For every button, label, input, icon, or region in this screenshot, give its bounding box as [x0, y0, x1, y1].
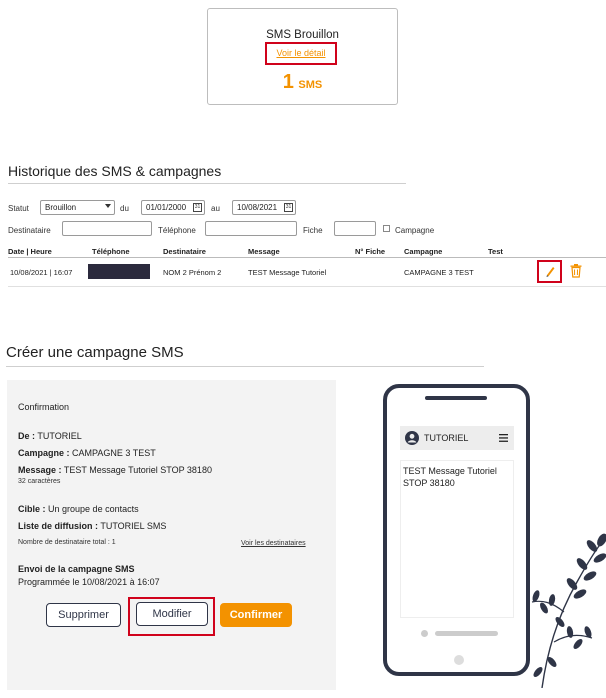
decorative-plant-icon [531, 533, 606, 688]
schedule-text: Programmée le 10/08/2021 à 16:07 [18, 577, 160, 587]
phone-input-dot [421, 630, 428, 637]
col-date: Date | Heure [8, 247, 52, 256]
col-test: Test [488, 247, 503, 256]
de-label: De : [18, 431, 36, 441]
fiche-label: Fiche [303, 226, 323, 235]
edit-highlight-box [537, 260, 562, 283]
cible-label: Cible : [18, 504, 46, 514]
delete-button[interactable]: Supprimer [46, 603, 121, 627]
sms-count-number: 1 [282, 71, 294, 93]
date-from-input[interactable]: 01/01/2000 31 [141, 200, 205, 215]
row-divider [8, 286, 606, 287]
row-campagne: CAMPAGNE 3 TEST [404, 268, 474, 277]
view-detail-link[interactable]: Voir le détail [267, 48, 335, 58]
message-line: Message : TEST Message Tutoriel STOP 381… [18, 465, 212, 475]
de-value: TUTORIEL [37, 431, 82, 441]
sms-count: 1 SMS [208, 71, 397, 94]
chevron-down-icon [105, 204, 111, 208]
phone-input-bar [435, 631, 498, 636]
envoi-heading-text: Envoi de la campagne SMS [18, 564, 135, 574]
campagne-value: CAMPAGNE 3 TEST [72, 448, 156, 458]
row-destinataire: NOM 2 Prénom 2 [163, 268, 222, 277]
campagne-label: Campagne : [18, 448, 70, 458]
view-recipients-link[interactable]: Voir les destinataires [241, 540, 306, 547]
phone-notch [425, 396, 487, 400]
col-destinataire: Destinataire [163, 247, 206, 256]
col-message: Message [248, 247, 280, 256]
col-campagne: Campagne [404, 247, 443, 256]
au-label: au [211, 204, 220, 213]
pencil-icon[interactable] [544, 264, 556, 278]
telephone-label: Téléphone [158, 226, 196, 235]
create-campaign-title: Créer une campagne SMS [6, 344, 184, 361]
liste-label: Liste de diffusion : [18, 521, 98, 531]
char-count: 32 caractères [18, 478, 61, 485]
campagne-line: Campagne : CAMPAGNE 3 TEST [18, 448, 156, 458]
confirmation-panel [7, 380, 336, 690]
phone-home-button [454, 655, 464, 665]
liste-line: Liste de diffusion : TUTORIEL SMS [18, 521, 166, 531]
history-title: Historique des SMS & campagnes [8, 163, 222, 179]
row-message: TEST Message Tutoriel [248, 268, 327, 277]
sms-draft-card: SMS Brouillon Voir le détail 1 SMS [207, 8, 398, 105]
calendar-icon[interactable]: 31 [284, 203, 293, 212]
col-telephone: Téléphone [92, 247, 130, 256]
detail-highlight-box: Voir le détail [265, 42, 337, 65]
destinataire-label: Destinataire [8, 226, 51, 235]
date-from-value: 01/01/2000 [146, 203, 187, 212]
telephone-input[interactable] [205, 221, 297, 236]
de-line: De : TUTORIEL [18, 431, 82, 441]
phone-message-area: TEST Message Tutoriel STOP 38180 [400, 460, 514, 618]
row-telephone-redacted [88, 264, 150, 279]
modify-button[interactable]: Modifier [136, 602, 208, 626]
history-divider [8, 183, 406, 184]
message-value: TEST Message Tutoriel STOP 38180 [63, 465, 212, 475]
message-label: Message : [18, 465, 62, 475]
campagne-checkbox-label: Campagne [395, 226, 435, 235]
statut-label: Statut [8, 204, 29, 213]
liste-value: TUTORIEL SMS [100, 521, 167, 531]
statut-select-value: Brouillon [45, 203, 77, 212]
card-title: SMS Brouillon [266, 29, 339, 41]
cible-value: Un groupe de contacts [48, 504, 139, 514]
sms-count-unit: SMS [298, 79, 323, 91]
user-avatar-icon [405, 431, 419, 445]
calendar-icon[interactable]: 31 [193, 203, 202, 212]
destinataire-input[interactable] [62, 221, 152, 236]
du-label: du [120, 204, 129, 213]
confirmation-heading: Confirmation [18, 402, 70, 412]
fiche-input[interactable] [334, 221, 376, 236]
col-fiche: N° Fiche [355, 247, 386, 256]
confirm-button[interactable]: Confirmer [220, 603, 292, 627]
create-divider [6, 366, 484, 367]
statut-select[interactable]: Brouillon [40, 200, 115, 215]
trash-icon[interactable] [569, 263, 583, 278]
hamburger-menu-icon [499, 434, 508, 442]
phone-preview: TUTORIEL TEST Message Tutoriel STOP 3818… [383, 384, 530, 676]
phone-message-text: TEST Message Tutoriel STOP 38180 [403, 466, 497, 488]
phone-header: TUTORIEL [400, 426, 514, 450]
table-header-divider [8, 257, 606, 258]
date-to-input[interactable]: 10/08/2021 31 [232, 200, 296, 215]
row-date: 10/08/2021 | 16:07 [10, 268, 73, 277]
date-to-value: 10/08/2021 [237, 203, 278, 212]
cible-line: Cible : Un groupe de contacts [18, 504, 139, 514]
total-recipients: Nombre de destinataire total : 1 [18, 539, 116, 546]
envoi-heading: Envoi de la campagne SMS [18, 564, 135, 574]
phone-user-name: TUTORIEL [424, 433, 469, 443]
campagne-checkbox[interactable] [383, 225, 390, 232]
